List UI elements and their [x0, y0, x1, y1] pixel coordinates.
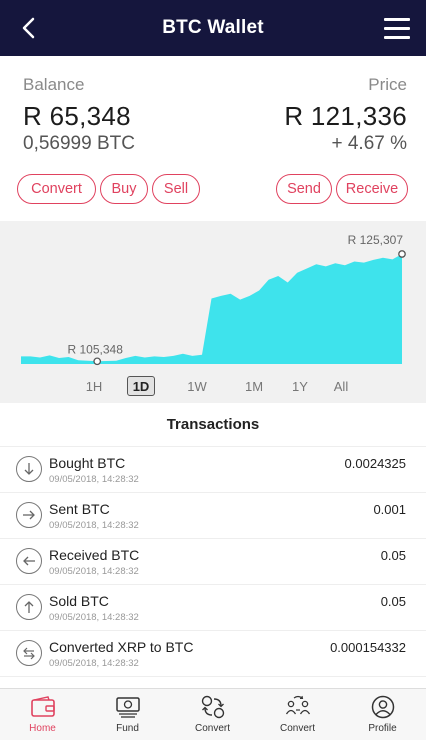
transaction-row[interactable]: Received BTC 09/05/2018, 14:28:32 0.05 — [0, 539, 426, 585]
transaction-amount: 0.000154332 — [330, 640, 406, 655]
chevron-left-icon — [22, 17, 35, 39]
transaction-row[interactable]: Bought BTC 09/05/2018, 14:28:32 0.002432… — [0, 447, 426, 493]
transaction-name: Sold BTC — [49, 593, 109, 609]
range-1w[interactable]: 1W — [184, 376, 210, 396]
tab-label: Convert — [279, 723, 315, 734]
tab-home[interactable]: Home — [0, 689, 85, 740]
sell-button[interactable]: Sell — [152, 174, 200, 204]
transaction-row[interactable]: Sold BTC 09/05/2018, 14:28:32 0.05 — [0, 585, 426, 631]
profile-icon — [371, 695, 395, 719]
tab-convert[interactable]: Convert — [170, 689, 255, 740]
wallet-summary: Balance R 65,348 0,56999 BTC Price R 121… — [0, 56, 426, 221]
chart-min-label: R 105,348 — [68, 342, 124, 356]
balance-btc: 0,56999 BTC — [23, 133, 135, 154]
menu-button[interactable] — [384, 16, 410, 40]
people-exchange-icon — [285, 695, 311, 715]
chart-max-marker — [398, 250, 406, 258]
tab-fund[interactable]: Fund — [85, 689, 170, 740]
transaction-name: Sent BTC — [49, 501, 110, 517]
arrow-left-circle-icon — [16, 548, 42, 574]
time-range-selector: 1H 1D 1W 1M 1Y All — [0, 372, 426, 402]
price-label: Price — [368, 75, 407, 94]
range-1m[interactable]: 1M — [241, 376, 267, 396]
transaction-date: 09/05/2018, 14:28:32 — [49, 658, 139, 669]
transaction-row[interactable]: Sent BTC 09/05/2018, 14:28:32 0.001 — [0, 493, 426, 539]
transaction-row[interactable]: Converted XRP to BTC 09/05/2018, 14:28:3… — [0, 631, 426, 677]
chart-max-label: R 125,307 — [348, 233, 404, 247]
transaction-amount: 0.05 — [380, 548, 406, 563]
tab-profile[interactable]: Profile — [340, 689, 425, 740]
bottom-tab-bar: Home Fund Convert Convert Profile — [0, 688, 426, 740]
range-1h[interactable]: 1H — [82, 376, 106, 396]
chart-min-marker — [93, 357, 102, 366]
swap-circle-icon — [16, 640, 42, 666]
arrow-up-circle-icon — [16, 594, 42, 620]
transaction-date: 09/05/2018, 14:28:32 — [49, 612, 139, 623]
transaction-amount: 0.001 — [373, 502, 406, 517]
range-all[interactable]: All — [329, 376, 353, 396]
tab-convert-people[interactable]: Convert — [255, 689, 340, 740]
back-button[interactable] — [14, 14, 42, 42]
tab-label: Convert — [194, 723, 230, 734]
balance-label: Balance — [23, 75, 85, 94]
transaction-name: Received BTC — [49, 547, 140, 563]
balance-zar: R 65,348 — [23, 101, 131, 131]
banknote-icon — [116, 697, 140, 718]
transactions-title: Transactions — [0, 403, 426, 447]
send-button[interactable]: Send — [276, 174, 332, 204]
transaction-date: 09/05/2018, 14:28:32 — [49, 566, 139, 577]
transactions-list: Bought BTC 09/05/2018, 14:28:32 0.002432… — [0, 447, 426, 677]
tab-label: Profile — [368, 723, 397, 734]
transaction-amount: 0.05 — [380, 594, 406, 609]
range-1d[interactable]: 1D — [127, 376, 155, 396]
transaction-amount: 0.0024325 — [344, 456, 406, 471]
tab-label: Fund — [116, 723, 139, 734]
arrow-right-circle-icon — [16, 502, 42, 528]
page-title: BTC Wallet — [162, 17, 264, 38]
transaction-date: 09/05/2018, 14:28:32 — [49, 520, 139, 531]
transaction-name: Bought BTC — [49, 455, 126, 471]
convert-coins-icon — [201, 695, 225, 719]
app-header: BTC Wallet — [0, 0, 426, 56]
price-change: + 4.67 % — [331, 133, 407, 154]
arrow-down-circle-icon — [16, 456, 42, 482]
transaction-date: 09/05/2018, 14:28:32 — [49, 474, 139, 485]
range-1y[interactable]: 1Y — [288, 376, 312, 396]
transaction-name: Converted XRP to BTC — [49, 639, 194, 655]
price-zar: R 121,336 — [284, 101, 407, 131]
convert-button[interactable]: Convert — [17, 174, 96, 204]
receive-button[interactable]: Receive — [336, 174, 408, 204]
buy-button[interactable]: Buy — [100, 174, 148, 204]
wallet-icon — [31, 696, 55, 717]
hamburger-menu-icon — [384, 18, 410, 21]
tab-label: Home — [29, 723, 56, 734]
